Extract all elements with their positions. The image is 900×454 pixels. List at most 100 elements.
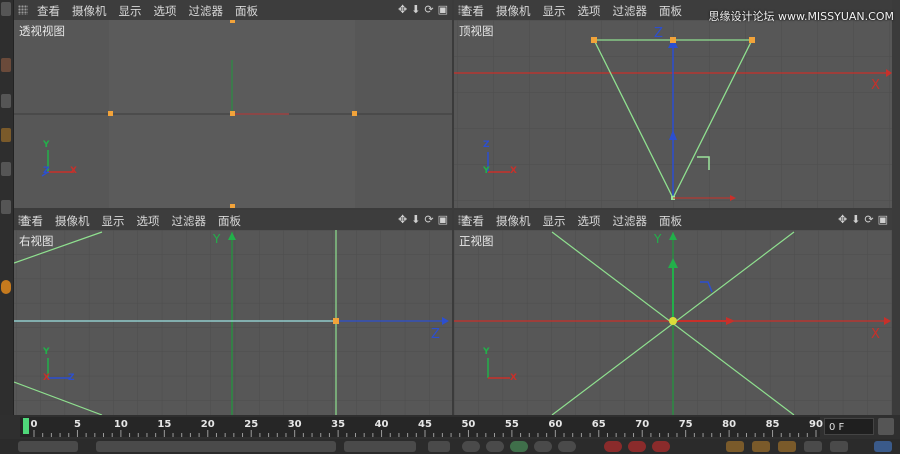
menu-options[interactable]: 选项 <box>137 213 160 229</box>
timeline-settings-icon[interactable] <box>878 418 894 435</box>
rotate-icon[interactable]: ⟳ <box>424 213 433 226</box>
menu-camera[interactable]: 摄像机 <box>55 213 90 229</box>
move-icon[interactable]: ✥ <box>398 213 407 226</box>
menu-panel[interactable]: 面板 <box>235 3 258 19</box>
param-key-icon[interactable] <box>804 441 822 452</box>
timeline-tick-label: 45 <box>418 419 432 430</box>
tool-button[interactable] <box>1 162 11 176</box>
grip-icon[interactable] <box>18 5 28 15</box>
move-icon[interactable]: ✥ <box>838 213 847 226</box>
viewport-menubar: 查看 摄像机 显示 选项 过滤器 面板 ✥ ⬇ ⟳ ▣ <box>14 210 452 230</box>
gizmo-x-label: X <box>510 166 517 176</box>
prev-frame-icon[interactable] <box>486 441 504 452</box>
layout-icon[interactable] <box>874 441 892 452</box>
menu-display[interactable]: 显示 <box>543 213 566 229</box>
timeline-tick-label: 35 <box>331 419 346 430</box>
timeline-playhead[interactable] <box>23 418 29 434</box>
cube-tool-icon[interactable] <box>1 58 11 72</box>
move-icon[interactable]: ✥ <box>398 3 407 16</box>
gizmo-y-label: Y <box>43 140 50 150</box>
timeline: 0 5 10 15 20 25 30 35 40 45 50 55 60 65 70 75 80 85 90 0 F <box>0 415 900 439</box>
end-frame-field[interactable] <box>344 441 416 452</box>
menu-filter[interactable]: 过滤器 <box>613 3 648 19</box>
perspective-canvas <box>14 20 452 208</box>
timeline-track[interactable]: 0 5 10 15 20 25 30 35 40 45 50 55 60 65 70 75 80 85 90 <box>20 417 823 437</box>
down-arrow-icon[interactable]: ⬇ <box>851 213 860 226</box>
axis-x-label: X <box>871 327 880 342</box>
current-frame-field[interactable]: 0 F <box>824 418 874 435</box>
viewport-right[interactable]: 查看 摄像机 显示 选项 过滤器 面板 ✥ ⬇ ⟳ ▣ 右视图 Y Z Y X … <box>14 210 452 415</box>
tool-button[interactable] <box>1 94 11 108</box>
viewport-label: 顶视图 <box>459 24 494 38</box>
transport-bar <box>0 439 900 454</box>
sphere-tool-icon[interactable] <box>1 280 11 294</box>
down-arrow-icon[interactable]: ⬇ <box>411 213 420 226</box>
axis-x-label: X <box>871 78 880 93</box>
timeline-tick-label: 85 <box>765 419 780 430</box>
right-canvas <box>14 230 452 415</box>
tool-button[interactable] <box>1 128 11 142</box>
menu-display[interactable]: 显示 <box>102 213 125 229</box>
maximize-icon[interactable]: ▣ <box>878 213 888 226</box>
tool-button[interactable] <box>1 200 11 214</box>
menu-panel[interactable]: 面板 <box>218 213 241 229</box>
axis-z-label: Z <box>654 26 663 41</box>
menu-panel[interactable]: 面板 <box>659 3 682 19</box>
axis-y-label: Y <box>213 232 221 246</box>
menu-display[interactable]: 显示 <box>119 3 142 19</box>
frame-field[interactable] <box>18 441 78 452</box>
rotate-icon[interactable]: ⟳ <box>864 213 873 226</box>
gizmo-z-label: Z <box>43 166 50 176</box>
menu-panel[interactable]: 面板 <box>659 213 682 229</box>
menu-view[interactable]: 查看 <box>37 3 60 19</box>
timeline-tick-label: 20 <box>200 419 215 430</box>
rotate-icon[interactable]: ⟳ <box>424 3 433 16</box>
viewport-label: 右视图 <box>19 234 54 248</box>
menu-view[interactable]: 查看 <box>20 213 43 229</box>
menu-view[interactable]: 查看 <box>461 3 484 19</box>
maximize-icon[interactable]: ▣ <box>438 213 448 226</box>
autokey-icon[interactable] <box>628 441 646 452</box>
menu-filter[interactable]: 过滤器 <box>189 3 224 19</box>
menu-camera[interactable]: 摄像机 <box>496 213 531 229</box>
timeline-tick-label: 40 <box>374 419 389 430</box>
transport-button[interactable] <box>428 441 450 452</box>
pla-key-icon[interactable] <box>830 441 848 452</box>
timeline-tick-label: 5 <box>73 419 81 430</box>
tool-button[interactable] <box>1 2 11 16</box>
move-key-icon[interactable] <box>726 441 744 452</box>
down-arrow-icon[interactable]: ⬇ <box>411 3 420 16</box>
goto-start-icon[interactable] <box>462 441 480 452</box>
axis-z-label: Z <box>431 327 440 342</box>
menu-filter[interactable]: 过滤器 <box>172 213 207 229</box>
timeline-tick-label: 65 <box>591 419 606 430</box>
menu-camera[interactable]: 摄像机 <box>72 3 107 19</box>
menu-view[interactable]: 查看 <box>461 213 484 229</box>
menu-filter[interactable]: 过滤器 <box>613 213 648 229</box>
timeline-tick-label: 55 <box>504 419 519 430</box>
gizmo-z-label: Z <box>68 373 75 383</box>
viewport-front[interactable]: 查看 摄像机 显示 选项 过滤器 面板 ✥ ⬇ ⟳ ▣ 正视图 Y X Y X <box>454 210 892 415</box>
maximize-icon[interactable]: ▣ <box>438 3 448 16</box>
gizmo-x-label: X <box>70 166 77 176</box>
range-slider[interactable] <box>96 441 336 452</box>
timeline-tick-label: 0 <box>30 419 38 430</box>
record-icon[interactable] <box>604 441 622 452</box>
menu-camera[interactable]: 摄像机 <box>496 3 531 19</box>
menu-options[interactable]: 选项 <box>154 3 177 19</box>
viewport-menubar: 查看 摄像机 显示 选项 过滤器 面板 ✥ ⬇ ⟳ ▣ <box>14 0 452 20</box>
menu-options[interactable]: 选项 <box>578 213 601 229</box>
play-icon[interactable] <box>510 441 528 452</box>
viewport-perspective[interactable]: 查看 摄像机 显示 选项 过滤器 面板 ✥ ⬇ ⟳ ▣ 透视视图 Y X Z <box>14 0 452 208</box>
keyframe-icon[interactable] <box>652 441 670 452</box>
scale-key-icon[interactable] <box>752 441 770 452</box>
menu-display[interactable]: 显示 <box>543 3 566 19</box>
timeline-tick-label: 50 <box>461 419 476 430</box>
rotate-key-icon[interactable] <box>778 441 796 452</box>
goto-end-icon[interactable] <box>558 441 576 452</box>
gizmo-x-label: X <box>43 373 50 383</box>
menu-options[interactable]: 选项 <box>578 3 601 19</box>
gizmo-z-label: Z <box>483 140 490 150</box>
next-frame-icon[interactable] <box>534 441 552 452</box>
viewport-top[interactable]: 查看 摄像机 显示 选项 过滤器 面板 顶视图 Z X Z Y X <box>454 0 892 208</box>
